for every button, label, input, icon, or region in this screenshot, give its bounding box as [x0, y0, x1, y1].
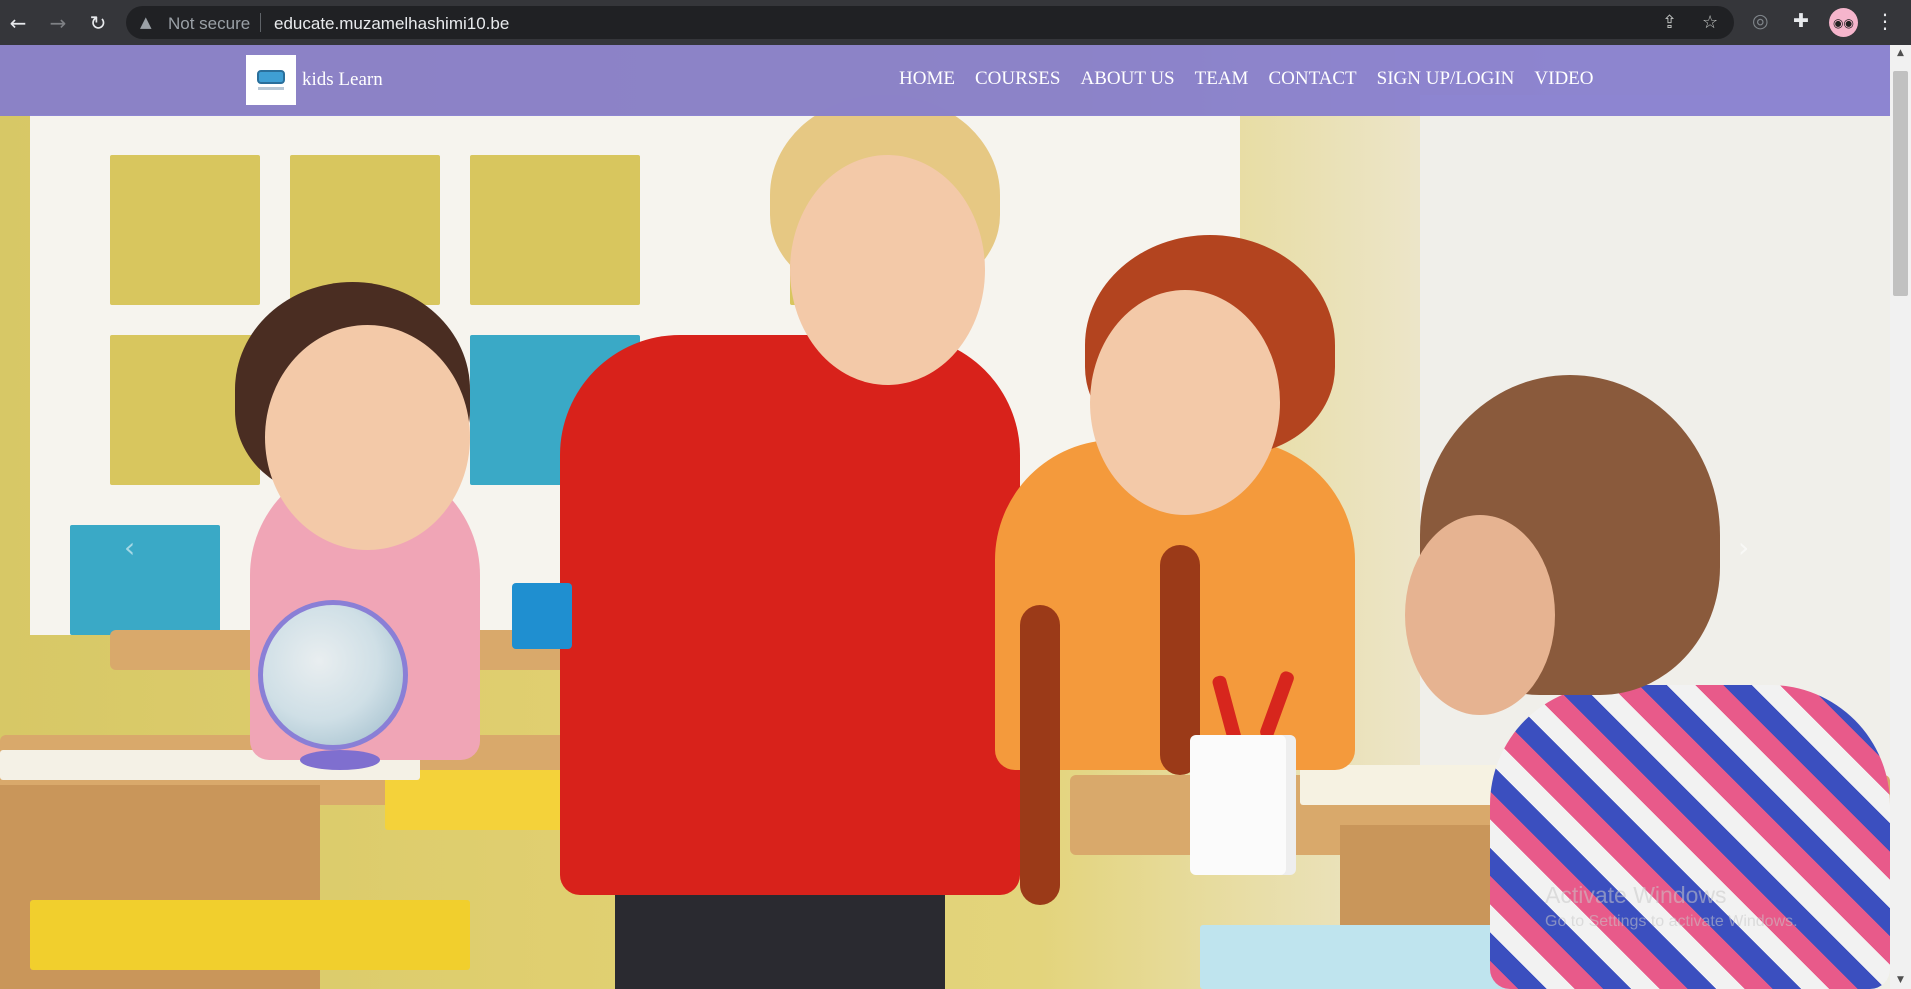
- profile-avatar[interactable]: ◉◉: [1829, 8, 1858, 37]
- browser-toolbar: ← → ↻ ▲ Not secure educate.muzamelhashim…: [0, 0, 1911, 45]
- page-viewport: kids Learn HOME COURSES ABOUT US TEAM CO…: [0, 45, 1890, 989]
- brand-link[interactable]: kids Learn: [246, 55, 383, 105]
- forward-button[interactable]: →: [43, 8, 73, 38]
- profile-glasses-icon: ◉◉: [1833, 15, 1854, 30]
- hero-carousel-image: [0, 45, 1890, 989]
- back-button[interactable]: ←: [3, 8, 33, 38]
- child-face: [265, 325, 470, 550]
- globe: [258, 600, 408, 750]
- child-figure: [1490, 685, 1890, 989]
- extension-icon[interactable]: ◎: [1752, 10, 1769, 32]
- open-book: [1300, 765, 1510, 805]
- page-scrollbar[interactable]: ▲ ▼: [1890, 45, 1911, 989]
- nav-team[interactable]: TEAM: [1195, 68, 1249, 90]
- shelf-cubby: [470, 155, 640, 305]
- scrollbar-thumb[interactable]: [1893, 71, 1908, 296]
- shelf-cubby: [70, 525, 220, 635]
- book: [30, 900, 470, 970]
- main-menu: HOME COURSES ABOUT US TEAM CONTACT SIGN …: [899, 68, 1594, 90]
- forward-arrow-icon: →: [49, 11, 67, 35]
- reload-icon: ↻: [89, 11, 107, 35]
- bookmark-star-icon[interactable]: ☆: [1702, 12, 1718, 33]
- watermark-title: Activate Windows: [1545, 882, 1727, 908]
- child-jeans: [615, 895, 945, 989]
- address-bar[interactable]: ▲ Not secure educate.muzamelhashimi10.be…: [126, 6, 1734, 39]
- warning-icon[interactable]: ▲: [140, 13, 152, 31]
- site-navbar: kids Learn HOME COURSES ABOUT US TEAM CO…: [0, 45, 1890, 116]
- share-icon[interactable]: ⇪: [1662, 12, 1677, 33]
- reload-button[interactable]: ↻: [83, 8, 113, 38]
- child-face: [790, 155, 985, 385]
- child-figure: [560, 335, 1020, 895]
- windows-activation-watermark: Activate Windows Go to Settings to activ…: [1545, 882, 1798, 931]
- globe-stand: [300, 750, 380, 770]
- browser-menu-icon[interactable]: ⋮: [1875, 9, 1895, 33]
- browser-window: ← → ↻ ▲ Not secure educate.muzamelhashim…: [0, 0, 1911, 989]
- braid: [1020, 605, 1060, 905]
- shelf-cubby: [110, 155, 260, 305]
- address-divider: [260, 13, 261, 32]
- child-ear-cheek: [1405, 515, 1555, 715]
- white-cup: [1190, 735, 1296, 875]
- scroll-down-icon[interactable]: ▼: [1890, 972, 1911, 989]
- puzzle-extensions-icon[interactable]: ✚: [1793, 10, 1809, 32]
- logo-caption-line: [258, 87, 284, 90]
- carousel-next-icon[interactable]: ›: [1738, 531, 1749, 564]
- nav-video[interactable]: VIDEO: [1534, 68, 1593, 90]
- watermark-subtitle: Go to Settings to activate Windows.: [1545, 913, 1798, 930]
- child-face: [1090, 290, 1280, 515]
- nav-courses[interactable]: COURSES: [975, 68, 1061, 90]
- logo-mark-icon: [257, 70, 285, 84]
- nav-about-us[interactable]: ABOUT US: [1080, 68, 1174, 90]
- security-label[interactable]: Not secure: [168, 14, 250, 34]
- brand-name: kids Learn: [302, 69, 383, 90]
- pencil-cup: [512, 583, 572, 649]
- nav-home[interactable]: HOME: [899, 68, 955, 90]
- scroll-up-icon[interactable]: ▲: [1890, 45, 1911, 62]
- back-arrow-icon: ←: [9, 11, 27, 35]
- url-text[interactable]: educate.muzamelhashimi10.be: [274, 14, 509, 34]
- brand-logo: [246, 55, 296, 105]
- nav-signup-login[interactable]: SIGN UP/LOGIN: [1377, 68, 1515, 90]
- carousel-prev-icon[interactable]: ‹: [124, 531, 135, 564]
- nav-contact[interactable]: CONTACT: [1268, 68, 1356, 90]
